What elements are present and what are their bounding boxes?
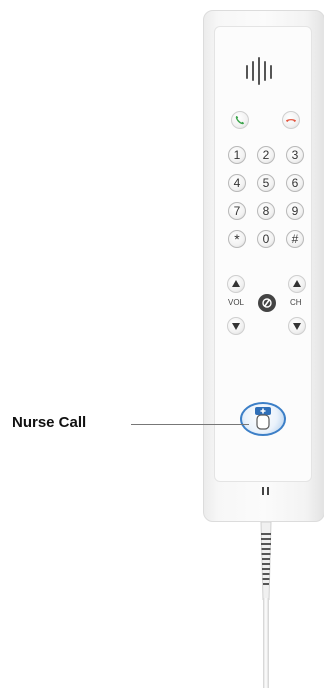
keypad-key-8[interactable]: 8 (257, 202, 275, 220)
channel-down-button[interactable] (288, 317, 306, 335)
volume-up-button[interactable] (227, 275, 245, 293)
triangle-up-icon (293, 280, 301, 287)
phone-answer-icon (235, 116, 244, 125)
nurse-call-button[interactable] (240, 402, 286, 436)
nurse-call-label: Nurse Call (12, 414, 87, 431)
keypad-key-4[interactable]: 4 (228, 174, 246, 192)
keypad-key-9[interactable]: 9 (286, 202, 304, 220)
keypad-key-1[interactable]: 1 (228, 146, 246, 164)
ch-label: CH (290, 298, 302, 307)
vol-label: VOL (228, 298, 245, 307)
cord-strain-relief (260, 522, 272, 600)
answer-call-button[interactable] (231, 111, 249, 129)
pillow-speaker-handset (203, 10, 324, 522)
keypad-key-6[interactable]: 6 (286, 174, 304, 192)
handset-cord (263, 598, 269, 688)
triangle-down-icon (232, 323, 240, 330)
tv-power-icon (262, 298, 272, 308)
triangle-up-icon (232, 280, 240, 287)
tv-power-button[interactable] (258, 294, 276, 312)
speaker-grille (246, 57, 294, 85)
keypad-key-star[interactable]: * (228, 230, 246, 248)
triangle-down-icon (293, 323, 301, 330)
keypad-key-0[interactable]: 0 (257, 230, 275, 248)
keypad-key-3[interactable]: 3 (286, 146, 304, 164)
keypad-key-hash[interactable]: # (286, 230, 304, 248)
phone-hangup-icon (286, 119, 296, 122)
keypad-key-5[interactable]: 5 (257, 174, 275, 192)
volume-down-button[interactable] (227, 317, 245, 335)
channel-up-button[interactable] (288, 275, 306, 293)
keypad-key-7[interactable]: 7 (228, 202, 246, 220)
callout-leader-line (131, 424, 249, 425)
keypad-key-2[interactable]: 2 (257, 146, 275, 164)
microphone-slots (262, 487, 270, 495)
hang-up-button[interactable] (282, 111, 300, 129)
nurse-call-icon (255, 407, 271, 430)
